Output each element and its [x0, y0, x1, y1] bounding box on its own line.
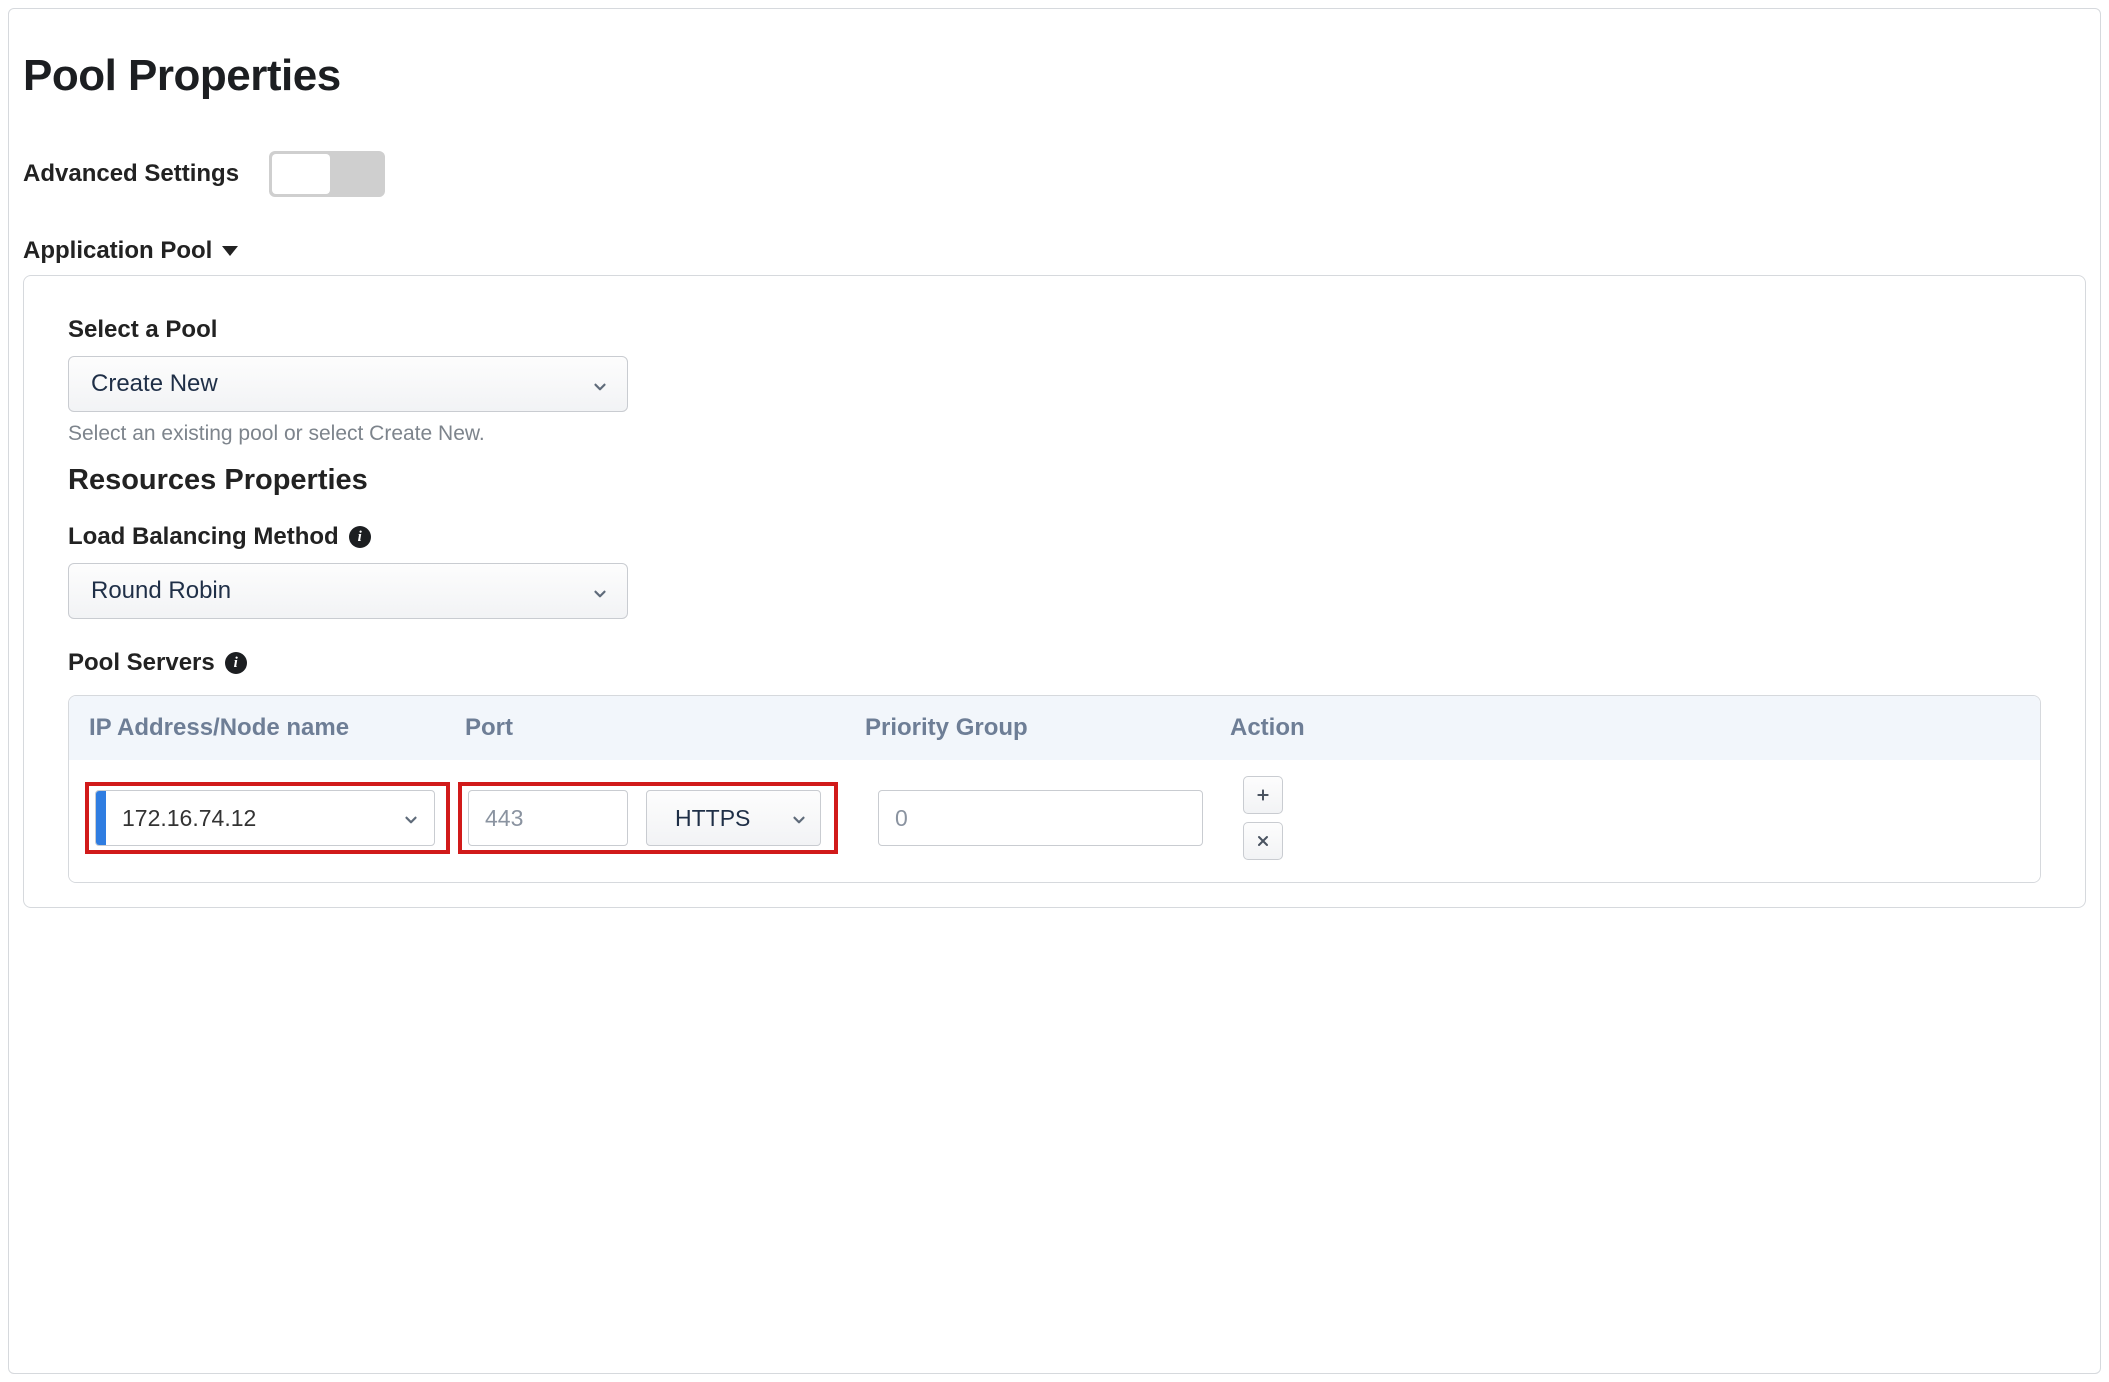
select-pool-label: Select a Pool: [68, 316, 2041, 344]
protocol-dropdown[interactable]: HTTPS: [646, 790, 821, 846]
th-ip: IP Address/Node name: [85, 714, 465, 742]
application-pool-section-header[interactable]: Application Pool: [23, 237, 238, 265]
ip-address-input[interactable]: [106, 791, 434, 845]
remove-row-button[interactable]: [1243, 822, 1283, 860]
focus-stripe: [96, 791, 106, 845]
resources-heading: Resources Properties: [68, 464, 2041, 497]
lb-method-label-text: Load Balancing Method: [68, 523, 339, 551]
action-buttons: [1243, 776, 1283, 860]
lb-method-value: Round Robin: [91, 577, 231, 605]
pool-servers-label: Pool Servers i: [68, 649, 2041, 677]
priority-cell: [878, 790, 1203, 846]
select-pool-dropdown[interactable]: Create New: [68, 356, 628, 412]
advanced-settings-row: Advanced Settings: [23, 151, 2086, 197]
ip-address-combo[interactable]: [95, 790, 435, 846]
chevron-down-icon: [222, 246, 238, 256]
toggle-knob: [272, 154, 330, 194]
page-title: Pool Properties: [23, 51, 2086, 101]
priority-input-wrap: [878, 790, 1203, 846]
add-row-button[interactable]: [1243, 776, 1283, 814]
pool-servers-table: IP Address/Node name Port Priority Group…: [68, 695, 2041, 883]
info-icon[interactable]: i: [349, 526, 371, 548]
table-row: HTTPS: [69, 760, 2040, 882]
th-port: Port: [465, 714, 865, 742]
protocol-value: HTTPS: [659, 805, 790, 832]
chevron-down-icon: [591, 582, 609, 600]
advanced-settings-toggle[interactable]: [269, 151, 385, 197]
th-action: Action: [1230, 714, 1330, 742]
lb-method-dropdown[interactable]: Round Robin: [68, 563, 628, 619]
port-input-wrap: [468, 790, 628, 846]
chevron-down-icon: [591, 375, 609, 393]
info-icon[interactable]: i: [225, 652, 247, 674]
section-title: Application Pool: [23, 237, 212, 265]
priority-input[interactable]: [879, 791, 1203, 845]
pool-properties-panel: Pool Properties Advanced Settings Applic…: [8, 8, 2101, 1374]
advanced-settings-label: Advanced Settings: [23, 160, 239, 188]
highlight-ip: [85, 782, 450, 854]
application-pool-panel: Select a Pool Create New Select an exist…: [23, 275, 2086, 908]
table-header: IP Address/Node name Port Priority Group…: [69, 696, 2040, 760]
chevron-down-icon: [402, 809, 420, 827]
port-input[interactable]: [469, 791, 628, 845]
lb-method-label: Load Balancing Method i: [68, 523, 2041, 551]
select-pool-help: Select an existing pool or select Create…: [68, 422, 2041, 446]
select-pool-value: Create New: [91, 370, 218, 398]
pool-servers-label-text: Pool Servers: [68, 649, 215, 677]
highlight-port: HTTPS: [458, 782, 838, 854]
th-priority: Priority Group: [865, 714, 1230, 742]
chevron-down-icon: [790, 809, 808, 827]
